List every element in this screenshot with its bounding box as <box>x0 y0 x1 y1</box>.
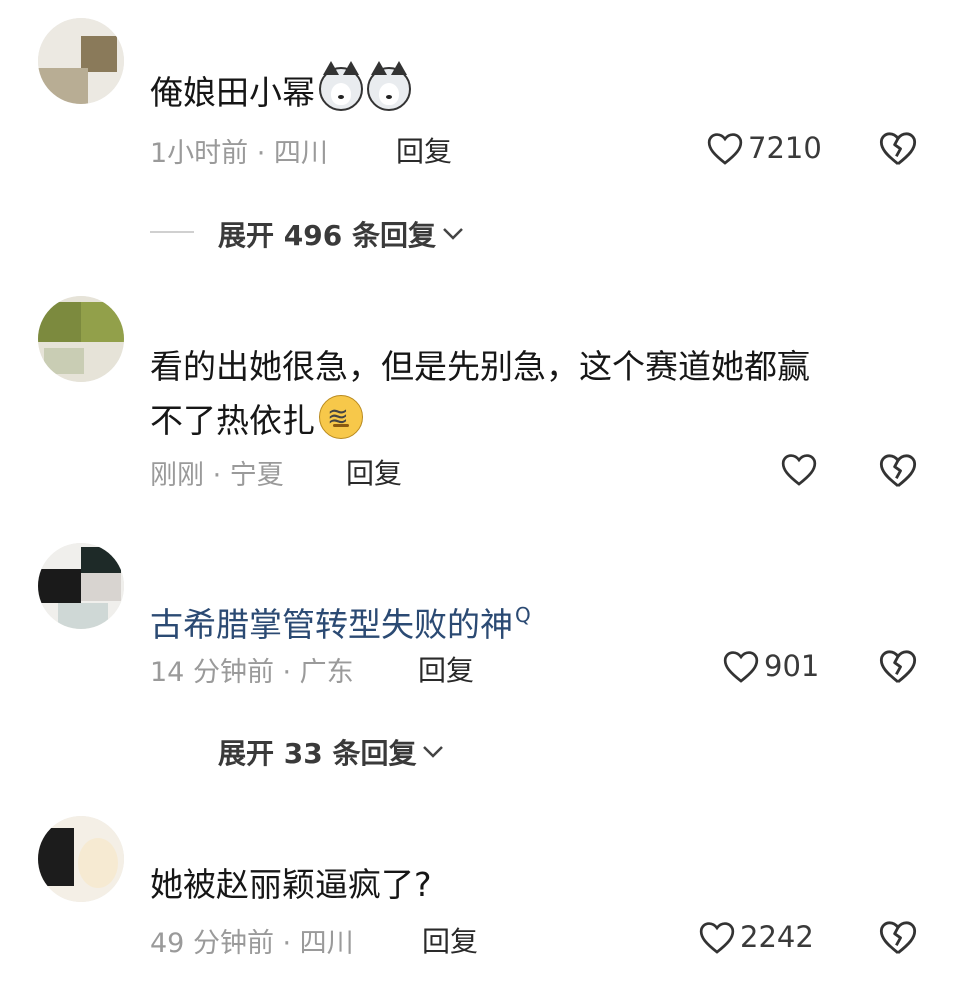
broken-heart-icon <box>879 650 917 683</box>
broken-heart-icon <box>879 921 917 954</box>
avatar[interactable] <box>38 296 124 382</box>
like-count: 7210 <box>748 131 822 165</box>
dislike-button[interactable] <box>878 647 918 689</box>
comment-list: 俺娘田小幂 1小时前 · 四川 回复 7210 展开 496 条回复 看的出她很… <box>0 0 959 998</box>
avatar[interactable] <box>38 816 124 902</box>
comment-text: 看的出她很急，但是先别急，这个赛道她都赢 <box>150 347 810 386</box>
avatar[interactable] <box>38 18 124 104</box>
expand-replies-button[interactable]: 展开 33 条回复 <box>218 732 444 772</box>
heart-outline-icon <box>699 922 735 954</box>
comment-meta: 49 分钟前 · 四川 <box>150 928 354 959</box>
comment-meta: 刚刚 · 宁夏 <box>150 460 284 491</box>
broken-heart-icon <box>879 454 917 487</box>
expand-divider <box>150 231 194 233</box>
comment-text[interactable]: 古希腊掌管转型失败的神 Q <box>150 588 531 652</box>
avatar[interactable] <box>38 543 124 629</box>
heart-outline-icon <box>707 133 743 165</box>
like-count: 2242 <box>740 920 814 954</box>
comment-text: 不了热依扎 <box>150 390 363 448</box>
like-button[interactable] <box>780 451 822 487</box>
like-button[interactable]: 7210 <box>706 130 822 166</box>
comment-meta: 1小时前 · 四川 <box>150 138 328 169</box>
heart-outline-icon <box>781 454 817 486</box>
dislike-button[interactable] <box>878 129 918 171</box>
reply-button[interactable]: 回复 <box>418 649 474 689</box>
broken-heart-icon <box>879 132 917 165</box>
search-icon[interactable]: Q <box>515 603 531 627</box>
like-button[interactable]: 901 <box>722 648 819 684</box>
comment-text: 俺娘田小幂 <box>150 61 411 120</box>
heart-outline-icon <box>723 651 759 683</box>
like-count: 901 <box>764 649 820 683</box>
husky-cat-emoji <box>367 61 411 111</box>
dislike-button[interactable] <box>878 918 918 960</box>
reply-button[interactable]: 回复 <box>346 452 402 492</box>
expand-replies-button[interactable]: 展开 496 条回复 <box>218 214 464 254</box>
dislike-button[interactable] <box>878 451 918 493</box>
chevron-down-icon <box>443 228 463 240</box>
dizzy-face-emoji <box>319 390 363 444</box>
husky-cat-emoji <box>319 61 363 111</box>
reply-button[interactable]: 回复 <box>422 920 478 960</box>
comment-text: 她被赵丽颖逼疯了? <box>150 865 432 904</box>
chevron-down-icon <box>423 746 444 758</box>
comment-meta: 14 分钟前 · 广东 <box>150 657 354 688</box>
reply-button[interactable]: 回复 <box>396 130 452 170</box>
like-button[interactable]: 2242 <box>698 919 814 955</box>
